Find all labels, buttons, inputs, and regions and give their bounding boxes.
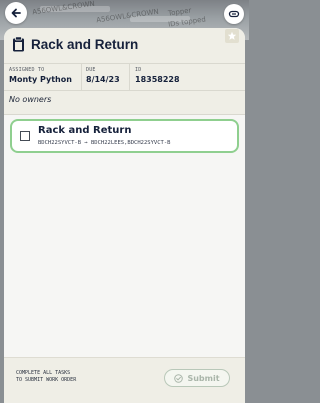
submit-hint-line: TO SUBMIT WORK ORDER bbox=[16, 377, 77, 383]
back-button[interactable] bbox=[5, 2, 27, 24]
task-card[interactable]: Rack and Return BDCH22SYVCT-B → BDCH22LE… bbox=[10, 119, 239, 153]
due-value: 8/14/23 bbox=[86, 75, 120, 84]
submit-label: Submit bbox=[187, 373, 220, 383]
due-field: DUE 8/14/23 bbox=[86, 67, 120, 84]
due-label: DUE bbox=[86, 67, 96, 73]
page-title: Rack and Return bbox=[31, 36, 139, 52]
owners-text: No owners bbox=[9, 95, 52, 104]
work-order-sheet: Rack and Return ASSIGNED TO Monty Python… bbox=[4, 28, 245, 403]
link-icon bbox=[228, 10, 240, 18]
submit-hint: COMPLETE ALL TASKS TO SUBMIT WORK ORDER bbox=[16, 370, 126, 384]
work-order-header: Rack and Return ASSIGNED TO Monty Python… bbox=[4, 28, 245, 114]
arrow-right-icon: → bbox=[84, 140, 88, 146]
work-order-meta: ASSIGNED TO Monty Python DUE 8/14/23 ID … bbox=[4, 64, 245, 90]
backdrop-text: A56OWL&CROWN bbox=[31, 0, 96, 17]
meta-separator bbox=[129, 64, 130, 90]
divider bbox=[4, 90, 245, 91]
assigned-to-value: Monty Python bbox=[9, 75, 72, 84]
id-value: 18358228 bbox=[135, 75, 180, 84]
star-icon bbox=[227, 31, 237, 40]
footer-bar: COMPLETE ALL TASKS TO SUBMIT WORK ORDER … bbox=[4, 357, 245, 403]
task-checkbox[interactable] bbox=[20, 131, 30, 141]
id-field: ID 18358228 bbox=[135, 67, 180, 84]
task-route: BDCH22SYVCT-B → BDCH22LEES,BDCH22SYVCT-B bbox=[38, 140, 170, 146]
assigned-to-field: ASSIGNED TO Monty Python bbox=[9, 67, 72, 84]
title-row: Rack and Return bbox=[12, 36, 138, 52]
bookmark-button[interactable] bbox=[225, 29, 239, 43]
task-to: BDCH22LEES,BDCH22SYVCT-B bbox=[90, 140, 171, 146]
divider bbox=[4, 114, 245, 115]
check-circle-icon bbox=[174, 373, 184, 383]
submit-button[interactable]: Submit bbox=[164, 369, 230, 387]
meta-separator bbox=[81, 64, 82, 90]
task-from: BDCH22SYVCT-B bbox=[38, 140, 82, 146]
assigned-to-label: ASSIGNED TO bbox=[9, 67, 45, 73]
link-button[interactable] bbox=[224, 4, 244, 24]
submit-hint-line: COMPLETE ALL TASKS bbox=[16, 370, 71, 376]
clipboard-icon bbox=[13, 36, 24, 52]
id-label: ID bbox=[135, 67, 142, 73]
arrow-left-icon bbox=[11, 8, 21, 18]
task-title: Rack and Return bbox=[38, 125, 132, 136]
